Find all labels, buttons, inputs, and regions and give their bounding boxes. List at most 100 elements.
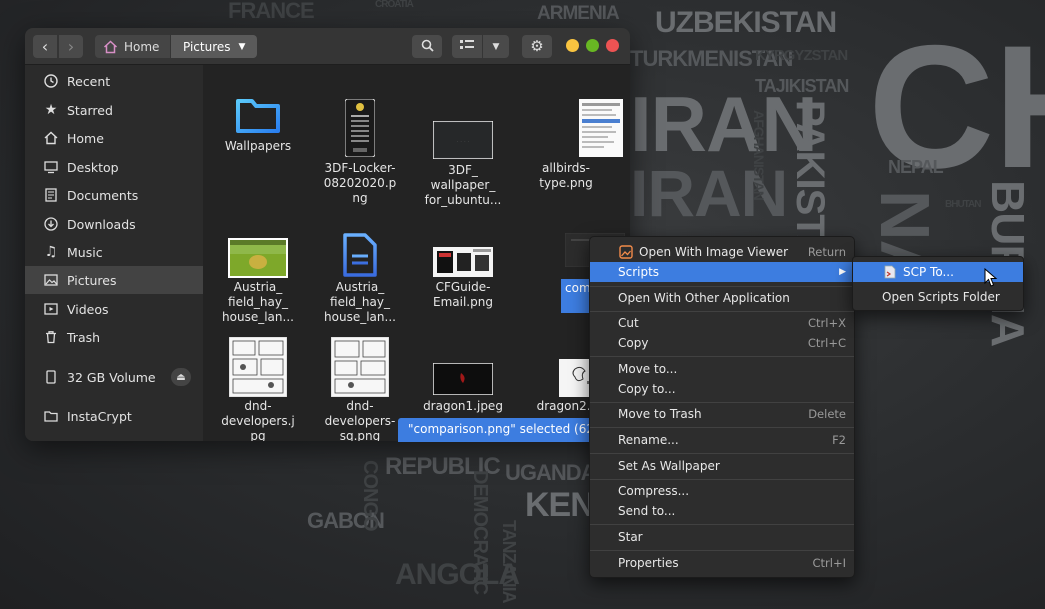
sidebar-item-starred[interactable]: ★ Starred bbox=[25, 96, 203, 124]
breadcrumb-home[interactable]: Home bbox=[95, 35, 170, 58]
star-icon: ★ bbox=[44, 102, 58, 118]
sidebar-item-downloads[interactable]: Downloads bbox=[25, 210, 203, 238]
menu-item-accelerator: Ctrl+X bbox=[808, 316, 846, 330]
menu-item-label: Scripts bbox=[618, 265, 660, 279]
sidebar-item-label: Home bbox=[67, 130, 104, 146]
file-name: dnd-developers-sq.png bbox=[324, 399, 396, 441]
submenu-item-label: Open Scripts Folder bbox=[882, 290, 1000, 304]
sidebar-item-trash[interactable]: Trash bbox=[25, 323, 203, 351]
menu-separator bbox=[590, 286, 854, 287]
menu-item-move-to-trash[interactable]: Move to Trash Delete bbox=[590, 404, 854, 424]
sidebar-item-desktop[interactable]: Desktop bbox=[25, 153, 203, 181]
eject-button[interactable]: ⏏ bbox=[171, 368, 191, 386]
search-button[interactable] bbox=[412, 35, 442, 58]
menu-item-set-as-wallpaper[interactable]: Set As Wallpaper bbox=[590, 456, 854, 476]
sidebar-item-home[interactable]: Home bbox=[25, 124, 203, 152]
mouse-pointer-icon bbox=[984, 267, 998, 291]
menu-item-accelerator: Ctrl+I bbox=[812, 556, 847, 570]
sidebar-item-label: Documents bbox=[67, 187, 139, 203]
sidebar-item-instacrypt[interactable]: InstaCrypt bbox=[25, 402, 203, 430]
menu-item-label: Star bbox=[618, 530, 643, 544]
menu-item-star[interactable]: Star bbox=[590, 527, 854, 547]
sidebar-item-recent[interactable]: Recent bbox=[25, 67, 203, 95]
settings-button[interactable]: ⚙ bbox=[522, 35, 552, 58]
menu-item-label: Copy bbox=[618, 336, 649, 350]
menu-item-properties[interactable]: Properties Ctrl+I bbox=[590, 553, 854, 573]
file-item[interactable]: dragon1.jpeg bbox=[417, 362, 509, 423]
sidebar-item-music[interactable]: ♫ Music bbox=[25, 238, 203, 266]
trash-icon bbox=[43, 329, 59, 345]
minimize-button[interactable] bbox=[566, 39, 579, 52]
sidebar-item-videos[interactable]: Videos bbox=[25, 295, 203, 323]
gear-icon: ⚙ bbox=[530, 37, 544, 55]
image-thumbnail bbox=[228, 336, 288, 401]
svg-text:· · · ·: · · · · bbox=[457, 139, 470, 145]
menu-item-send-to[interactable]: Send to... bbox=[590, 501, 854, 521]
wallpaper-word: NEPAL bbox=[888, 157, 944, 177]
wallpaper-word: KYRGYZSTAN bbox=[755, 47, 848, 64]
file-name: dnd-developers.jpg bbox=[221, 399, 295, 441]
file-item[interactable]: dnd-developers-sq.png bbox=[314, 336, 406, 441]
pictures-icon bbox=[43, 272, 59, 288]
folder-icon bbox=[43, 408, 59, 424]
wallpaper-word: FRANCE bbox=[228, 0, 315, 23]
menu-item-label: Compress... bbox=[618, 484, 690, 498]
menu-item-label: Open With Image Viewer bbox=[639, 245, 789, 259]
search-icon bbox=[421, 39, 434, 55]
sidebar-item-label: Trash bbox=[67, 329, 101, 345]
menu-separator bbox=[590, 479, 854, 480]
file-item[interactable]: · · · · 3DF_ wallpaper_ for_ubuntu... bbox=[417, 120, 509, 211]
file-item[interactable]: Austria_ field_hay_ house_lan... bbox=[212, 238, 304, 328]
file-item[interactable]: Austria_ field_hay_ house_lan... bbox=[314, 232, 406, 327]
chevron-right-icon: › bbox=[67, 36, 75, 56]
menu-separator bbox=[590, 550, 854, 551]
sidebar-item-label: Music bbox=[67, 244, 103, 260]
caret-down-icon: ▼ bbox=[238, 41, 246, 52]
menu-item-label: Copy to... bbox=[618, 382, 676, 396]
breadcrumb-pictures[interactable]: Pictures ▼ bbox=[171, 35, 257, 58]
menu-item-cut[interactable]: Cut Ctrl+X bbox=[590, 313, 854, 333]
menu-item-label: Open With Other Application bbox=[618, 291, 790, 305]
menu-item-rename[interactable]: Rename... F2 bbox=[590, 430, 854, 450]
menu-item-scripts[interactable]: Scripts ▶ bbox=[590, 262, 854, 282]
sidebar-item-label: InstaCrypt bbox=[67, 408, 132, 424]
wallpaper-word: CONGO bbox=[359, 460, 381, 531]
forward-button[interactable]: › bbox=[59, 35, 83, 58]
sidebar-item-label: 32 GB Volume bbox=[67, 369, 156, 385]
file-item[interactable]: CFGuide-Email.png bbox=[417, 247, 509, 327]
view-mode-button[interactable] bbox=[452, 35, 482, 58]
chevron-left-icon: ‹ bbox=[41, 36, 49, 56]
close-button[interactable] bbox=[606, 39, 619, 52]
menu-item-label: Properties bbox=[618, 556, 679, 570]
menu-item-compress[interactable]: Compress... bbox=[590, 481, 854, 501]
menu-separator bbox=[590, 453, 854, 454]
menu-item-open-with-other-application[interactable]: Open With Other Application bbox=[590, 288, 854, 308]
header-bar: ‹ › Home Pictures ▼ ▼ ⚙ bbox=[25, 28, 630, 65]
menu-item-copy[interactable]: Copy Ctrl+C bbox=[590, 333, 854, 353]
eject-icon: ⏏ bbox=[176, 371, 186, 383]
menu-item-copy-to[interactable]: Copy to... bbox=[590, 379, 854, 399]
file-item[interactable]: allbirds-type.png bbox=[539, 99, 630, 190]
menu-item-open-with-image-viewer[interactable]: Open With Image Viewer Return bbox=[590, 242, 854, 262]
document-icon bbox=[342, 232, 378, 282]
menu-item-label: Move to... bbox=[618, 362, 678, 376]
music-icon: ♫ bbox=[44, 244, 58, 260]
file-name: dragon1.jpeg bbox=[423, 399, 503, 413]
wallpaper-word: BHUTAN bbox=[945, 199, 981, 210]
maximize-button[interactable] bbox=[586, 39, 599, 52]
menu-item-label: Send to... bbox=[618, 504, 676, 518]
sidebar-item-documents[interactable]: Documents bbox=[25, 181, 203, 209]
sidebar-item-32gb-volume[interactable]: 32 GB Volume ⏏ bbox=[25, 363, 203, 391]
menu-item-move-to[interactable]: Move to... bbox=[590, 359, 854, 379]
file-item[interactable]: dnd-developers.jpg bbox=[212, 336, 304, 441]
file-item[interactable]: Wallpapers bbox=[212, 95, 304, 180]
view-options-button[interactable]: ▼ bbox=[483, 35, 509, 58]
file-item[interactable]: 3DF-Locker-08202020.png bbox=[314, 98, 406, 209]
menu-item-label: Rename... bbox=[618, 433, 679, 447]
context-menu: Open With Image Viewer Return Scripts ▶ … bbox=[589, 236, 855, 578]
menu-item-label: Set As Wallpaper bbox=[618, 459, 720, 473]
sidebar-item-pictures[interactable]: Pictures bbox=[25, 266, 203, 294]
back-button[interactable]: ‹ bbox=[33, 35, 57, 58]
wallpaper-word: CROATIA bbox=[375, 0, 414, 10]
download-icon bbox=[43, 216, 59, 232]
